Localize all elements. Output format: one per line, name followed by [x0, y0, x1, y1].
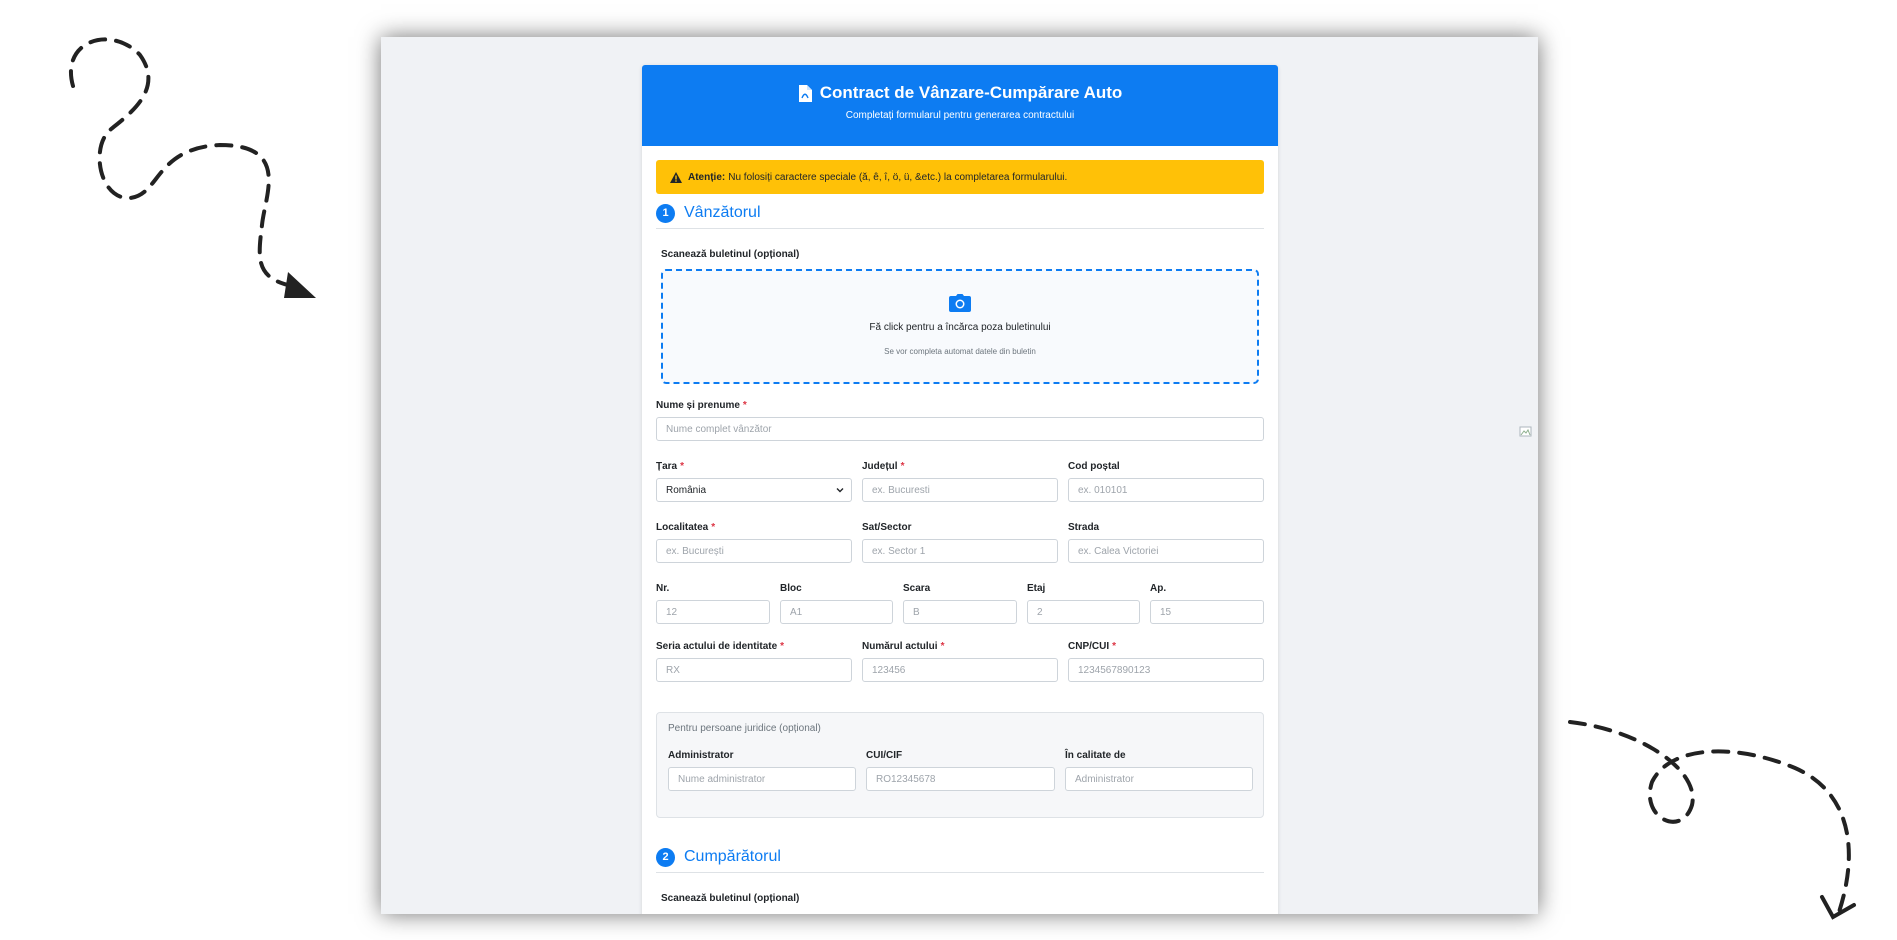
dashed-arrow-bottom-right — [1568, 720, 1851, 917]
street-label: Strada — [1068, 522, 1100, 533]
street-number-input[interactable]: 12 — [656, 600, 770, 624]
alert-label: Atenție: — [688, 171, 726, 183]
street-number-label: Nr. — [656, 583, 670, 594]
block-label: Bloc — [780, 583, 802, 594]
county-label: Județul * — [862, 461, 905, 472]
form-title: Contract de Vânzare-Cumpărare Auto — [819, 83, 1123, 102]
form-title-row: Contract de Vânzare-Cumpărare Auto — [642, 83, 1278, 103]
id-number-input[interactable]: 123456 — [862, 658, 1058, 682]
apartment-input[interactable]: 15 — [1150, 600, 1264, 624]
special-characters-alert: Atenție: Nu folosiți caractere speciale … — [656, 160, 1264, 194]
seller-section-header: 1 Vânzătorul — [656, 198, 1264, 229]
street-input[interactable]: ex. Calea Victoriei — [1068, 539, 1264, 563]
legal-entity-title: Pentru persoane juridice (opțional) — [668, 723, 821, 734]
warning-icon — [670, 171, 682, 183]
buyer-section-title: Cumpărătorul — [684, 848, 781, 865]
seller-section-number: 1 — [656, 203, 675, 223]
dashed-arrow-top-left — [69, 37, 294, 288]
role-label: În calitate de — [1065, 750, 1126, 761]
alert-text: Nu folosiți caractere speciale (ă, ê, î,… — [728, 171, 1068, 183]
cnp-input[interactable]: 1234567890123 — [1068, 658, 1264, 682]
seller-scan-label: Scanează buletinul (opțional) — [661, 249, 800, 260]
country-select[interactable]: România — [656, 478, 852, 502]
broken-image-icon — [1519, 426, 1532, 437]
seller-full-name-input[interactable]: Nume complet vânzător — [656, 417, 1264, 441]
camera-icon — [949, 294, 971, 312]
staircase-input[interactable]: B — [903, 600, 1017, 624]
buyer-section-number: 2 — [656, 847, 675, 867]
apartment-label: Ap. — [1150, 583, 1167, 594]
administrator-input[interactable]: Nume administrator — [668, 767, 856, 791]
county-input[interactable]: ex. Bucuresti — [862, 478, 1058, 502]
full-name-label: Nume și prenume * — [656, 400, 747, 411]
legal-entity-box: Pentru persoane juridice (opțional) Admi… — [656, 712, 1264, 818]
cui-input[interactable]: RO12345678 — [866, 767, 1055, 791]
id-number-label: Numărul actului * — [862, 641, 945, 652]
upload-hint: Se vor completa automat datele din bulet… — [884, 347, 1036, 356]
staircase-label: Scara — [903, 583, 931, 594]
block-input[interactable]: A1 — [780, 600, 893, 624]
form-header: Contract de Vânzare-Cumpărare Auto Compl… — [642, 65, 1278, 146]
country-label: Țara * — [656, 461, 685, 472]
seller-section-title: Vânzătorul — [684, 204, 761, 221]
postal-code-label: Cod poștal — [1068, 461, 1120, 472]
form-subtitle: Completați formularul pentru generarea c… — [845, 110, 1075, 121]
cnp-label: CNP/CUI * — [1068, 641, 1117, 652]
pdf-file-icon — [798, 84, 812, 102]
country-selected-value: România — [666, 484, 707, 496]
locality-input[interactable]: ex. București — [656, 539, 852, 563]
arrow-head-bottom-right — [1820, 895, 1856, 920]
select-caret-icon — [836, 488, 844, 493]
upload-instruction: Fă click pentru a încărca poza buletinul… — [869, 322, 1051, 333]
id-series-label: Seria actului de identitate * — [656, 641, 785, 652]
floor-label: Etaj — [1027, 583, 1046, 594]
arrow-head-top-left — [284, 272, 316, 298]
app-screenshot: Contract de Vânzare-Cumpărare Auto Compl… — [381, 37, 1538, 914]
cui-label: CUI/CIF — [866, 750, 903, 761]
floor-input[interactable]: 2 — [1027, 600, 1140, 624]
village-sector-label: Sat/Sector — [862, 522, 912, 533]
buyer-section-header: 2 Cumpărătorul — [656, 842, 1264, 873]
seller-id-upload-area[interactable]: Fă click pentru a încărca poza buletinul… — [661, 269, 1259, 384]
village-sector-input[interactable]: ex. Sector 1 — [862, 539, 1058, 563]
buyer-scan-label: Scanează buletinul (opțional) — [661, 893, 800, 904]
postal-code-input[interactable]: ex. 010101 — [1068, 478, 1264, 502]
id-series-input[interactable]: RX — [656, 658, 852, 682]
contract-form-card: Contract de Vânzare-Cumpărare Auto Compl… — [642, 65, 1278, 914]
role-input[interactable]: Administrator — [1065, 767, 1253, 791]
locality-label: Localitatea * — [656, 522, 716, 533]
administrator-label: Administrator — [668, 750, 734, 761]
